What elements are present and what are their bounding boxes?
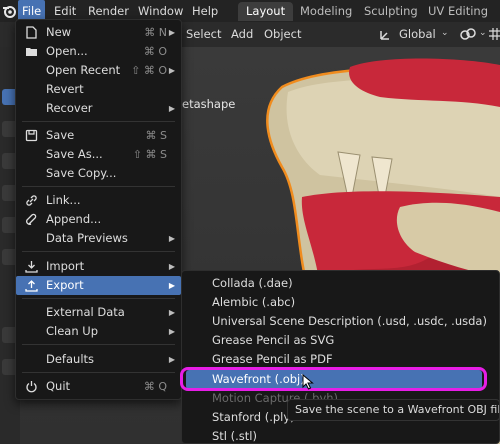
export-grease-pencil-svg[interactable]: Grease Pencil as SVG	[186, 331, 482, 350]
menu-item-quit[interactable]: Quit ⌘ Q	[16, 377, 181, 396]
chevron-right-icon: ▶	[168, 234, 175, 243]
export-alembic[interactable]: Alembic (.abc)	[186, 293, 482, 312]
new-file-icon	[25, 26, 38, 39]
tooltip: Save the scene to a Wavefront OBJ file.	[287, 399, 500, 421]
chevron-right-icon: ▶	[168, 308, 175, 317]
chevron-right-icon: ▶	[168, 104, 175, 113]
menu-item-save[interactable]: Save ⌘ S	[16, 126, 181, 145]
object-name-label: etashape	[182, 97, 236, 111]
menu-separator	[22, 344, 175, 345]
select-menu[interactable]: Select	[186, 22, 221, 47]
menu-item-save-as[interactable]: Save As... ⇧ ⌘ S	[16, 145, 181, 164]
transform-orientation-icon	[378, 28, 392, 45]
menu-separator	[22, 186, 175, 187]
menu-separator	[22, 251, 175, 252]
menu-item-recover[interactable]: Recover ▶	[16, 99, 181, 118]
chevron-down-icon[interactable]: ⌄	[479, 28, 487, 38]
menu-item-open-recent[interactable]: Open Recent ⇧ ⌘ O ▶	[16, 61, 181, 80]
chevron-right-icon: ▶	[168, 355, 175, 364]
menu-separator	[22, 121, 175, 122]
chevron-right-icon: ▶	[168, 327, 175, 336]
tab-modeling[interactable]: Modeling	[292, 2, 360, 21]
grid-icon[interactable]	[489, 28, 500, 43]
chevron-right-icon: ▶	[168, 28, 175, 37]
menu-item-clean-up[interactable]: Clean Up ▶	[16, 322, 181, 341]
menu-item-export[interactable]: Export ▶	[16, 276, 181, 295]
link-icon	[25, 194, 38, 207]
menu-item-save-copy[interactable]: Save Copy...	[16, 164, 181, 183]
menu-item-data-previews[interactable]: Data Previews ▶	[16, 229, 181, 248]
menu-item-defaults[interactable]: Defaults ▶	[16, 350, 181, 369]
folder-icon	[25, 45, 38, 58]
add-menu[interactable]: Add	[231, 22, 253, 47]
menu-item-external-data[interactable]: External Data ▶	[16, 303, 181, 322]
tab-uv-editing[interactable]: UV Editing	[420, 2, 496, 21]
blender-logo-icon[interactable]	[2, 3, 16, 19]
menu-item-import[interactable]: Import ▶	[16, 257, 181, 276]
append-icon	[25, 213, 38, 226]
menu-item-revert[interactable]: Revert	[16, 80, 181, 99]
import-icon	[25, 260, 38, 273]
export-icon	[25, 279, 38, 292]
export-usd[interactable]: Universal Scene Description (.usd, .usdc…	[186, 312, 487, 331]
menu-separator	[22, 372, 175, 373]
menu-separator	[22, 298, 175, 299]
chevron-down-icon[interactable]: ⌄	[441, 28, 449, 38]
tab-sculpting[interactable]: Sculpting	[356, 2, 426, 21]
menu-item-new[interactable]: New ⌘ N ▶	[16, 23, 181, 42]
export-collada[interactable]: Collada (.dae)	[186, 274, 482, 293]
chevron-right-icon: ▶	[168, 66, 175, 75]
save-icon	[25, 129, 38, 142]
chevron-right-icon: ▶	[168, 281, 175, 290]
highlight-annotation-ring	[180, 367, 487, 391]
power-icon	[25, 380, 38, 393]
snap-icon[interactable]	[460, 27, 476, 44]
tab-layout[interactable]: Layout	[238, 2, 294, 21]
menu-item-link[interactable]: Link...	[16, 191, 181, 210]
menu-item-append[interactable]: Append...	[16, 210, 181, 229]
menu-help[interactable]: Help	[188, 0, 222, 22]
export-stl[interactable]: Stl (.stl)	[186, 427, 482, 444]
file-menu: New ⌘ N ▶ Open... ⌘ O Open Recent ⇧ ⌘ O …	[15, 19, 182, 400]
chevron-right-icon: ▶	[168, 262, 175, 271]
menu-item-open[interactable]: Open... ⌘ O	[16, 42, 181, 61]
transform-orientation-dropdown[interactable]: Global	[399, 22, 436, 47]
mouse-pointer-icon	[302, 373, 314, 393]
object-menu[interactable]: Object	[264, 22, 301, 47]
